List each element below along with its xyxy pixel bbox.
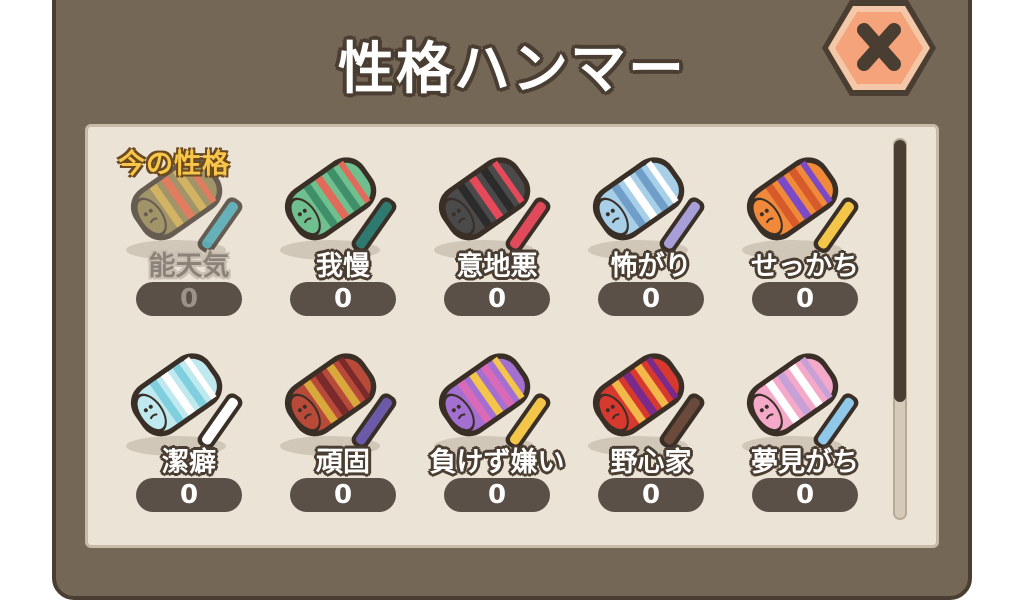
hammer-item[interactable]: 夢見がち 0: [730, 348, 880, 528]
hammer-item[interactable]: 怖がり 0: [576, 152, 726, 332]
hammer-count: 0: [136, 282, 242, 316]
current-personality-label: 今の性格: [118, 149, 230, 180]
hammer-count: 0: [598, 282, 704, 316]
hammer-count: 0: [290, 478, 396, 512]
hammer-count: 0: [290, 282, 396, 316]
close-x-icon: [822, 0, 936, 96]
hammer-count: 0: [444, 478, 550, 512]
hammer-item[interactable]: 負けず嫌い 0: [422, 348, 572, 528]
hammer-item[interactable]: 野心家 0: [576, 348, 726, 528]
hammer-count: 0: [752, 478, 858, 512]
hammer-item[interactable]: せっかち 0: [730, 152, 880, 332]
hammer-item[interactable]: 潔癖 0: [114, 348, 264, 528]
hammer-count: 0: [598, 478, 704, 512]
hammer-name: せっかち: [751, 251, 859, 282]
hammer-item[interactable]: 意地悪 0: [422, 152, 572, 332]
hammer-item[interactable]: 我慢 0: [268, 152, 418, 332]
hammer-count: 0: [136, 478, 242, 512]
hammer-name: 夢見がち: [751, 447, 859, 478]
close-button[interactable]: [820, 0, 938, 100]
hammer-item[interactable]: 頑固 0: [268, 348, 418, 528]
hammer-count: 0: [444, 282, 550, 316]
hammer-count: 0: [752, 282, 858, 316]
